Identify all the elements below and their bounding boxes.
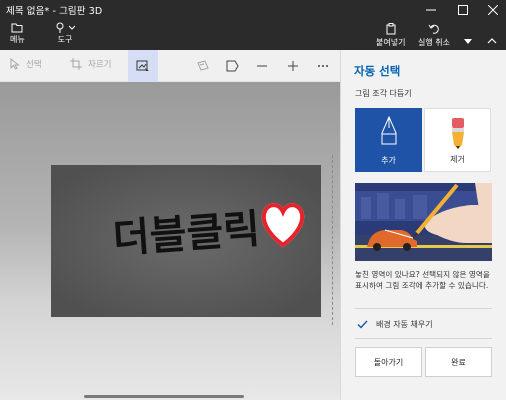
undo-label: 실행 취소 <box>418 38 450 47</box>
chevron-up-icon <box>487 38 497 44</box>
horizontal-scrollbar[interactable] <box>84 395 244 398</box>
remove-mode-button[interactable]: 제거 <box>424 108 491 172</box>
workspace[interactable]: 더블클릭 <box>0 82 340 400</box>
sticker-tool[interactable] <box>195 58 211 74</box>
selection-edge <box>332 155 333 325</box>
panel-subtitle: 그림 조각 다듬기 <box>355 89 412 98</box>
minus-icon <box>257 65 267 67</box>
plus-icon <box>288 61 298 71</box>
paste-label: 붙여넣기 <box>376 38 406 47</box>
comment-tool[interactable] <box>224 58 240 74</box>
clipboard-icon <box>386 23 396 35</box>
tools-button[interactable]: 도구 <box>54 22 76 45</box>
eraser-icon <box>451 118 464 149</box>
cursor-icon <box>10 58 20 70</box>
crop-label: 자르기 <box>88 60 112 70</box>
collapse-ribbon-button[interactable] <box>487 29 497 48</box>
select-tool[interactable]: 선택 <box>10 58 42 70</box>
undo-button[interactable]: 실행 취소 <box>418 23 450 48</box>
maximize-button[interactable] <box>448 0 478 20</box>
drawing: 더블클릭 <box>51 165 321 317</box>
divider <box>355 338 492 339</box>
undo-icon <box>428 24 439 34</box>
more-options-button[interactable] <box>315 58 331 74</box>
caret-down-icon <box>464 39 472 44</box>
minimize-button[interactable] <box>416 0 446 20</box>
close-icon <box>488 5 498 15</box>
back-button[interactable]: 돌아가기 <box>355 347 422 377</box>
fill-background-checkbox[interactable]: 배경 자동 채우기 <box>357 319 433 330</box>
crop-icon <box>70 58 82 70</box>
flag-icon <box>226 60 239 72</box>
add-label: 추가 <box>381 156 396 165</box>
canvas-image[interactable]: 더블클릭 <box>51 165 321 317</box>
zoom-out-button[interactable] <box>254 58 270 74</box>
magic-select-icon <box>136 60 149 71</box>
magic-select-panel: 자동 선택 그림 조각 다듬기 추가 제거 놓친 영역이 있나요? 선택되지 않… <box>340 50 506 400</box>
zoom-in-button[interactable] <box>285 58 301 74</box>
folder-icon <box>11 23 23 33</box>
select-label: 선택 <box>26 60 42 70</box>
window-title: 제목 없음* - 그림판 3D <box>6 6 103 17</box>
maximize-icon <box>458 5 468 15</box>
chevron-down-icon <box>68 25 76 30</box>
ribbon: 메뉴 도구 붙여넣기 실행 취소 <box>0 20 506 50</box>
close-button[interactable] <box>478 0 506 20</box>
menu-button[interactable]: 메뉴 <box>10 22 25 45</box>
done-button[interactable]: 완료 <box>425 347 492 377</box>
ellipsis-icon <box>318 65 328 67</box>
panel-description: 놓친 영역이 있나요? 선택되지 않은 영역을 표시하여 그림 조각에 추가할 … <box>355 270 490 290</box>
location-pin-icon <box>56 22 64 33</box>
minimize-icon <box>426 9 436 11</box>
remove-label: 제거 <box>450 155 465 164</box>
tutorial-illustration <box>355 183 492 261</box>
add-mode-button[interactable]: 추가 <box>355 108 422 172</box>
crop-tool[interactable]: 자르기 <box>70 58 111 70</box>
pen-icon <box>381 116 396 145</box>
history-dropdown-button[interactable] <box>464 30 472 49</box>
paste-button[interactable]: 붙여넣기 <box>376 23 405 48</box>
divider <box>355 308 492 309</box>
fill-background-label: 배경 자동 채우기 <box>376 320 433 329</box>
checkmark-icon <box>357 320 368 329</box>
title-bar: 제목 없음* - 그림판 3D <box>0 0 506 20</box>
menu-label: 메뉴 <box>10 35 25 44</box>
panel-title: 자동 선택 <box>354 64 401 78</box>
magic-select-tool[interactable] <box>128 50 158 82</box>
layers-icon <box>197 60 209 71</box>
tools-label: 도구 <box>57 35 73 44</box>
canvas-toolbar: 선택 자르기 <box>0 50 340 82</box>
